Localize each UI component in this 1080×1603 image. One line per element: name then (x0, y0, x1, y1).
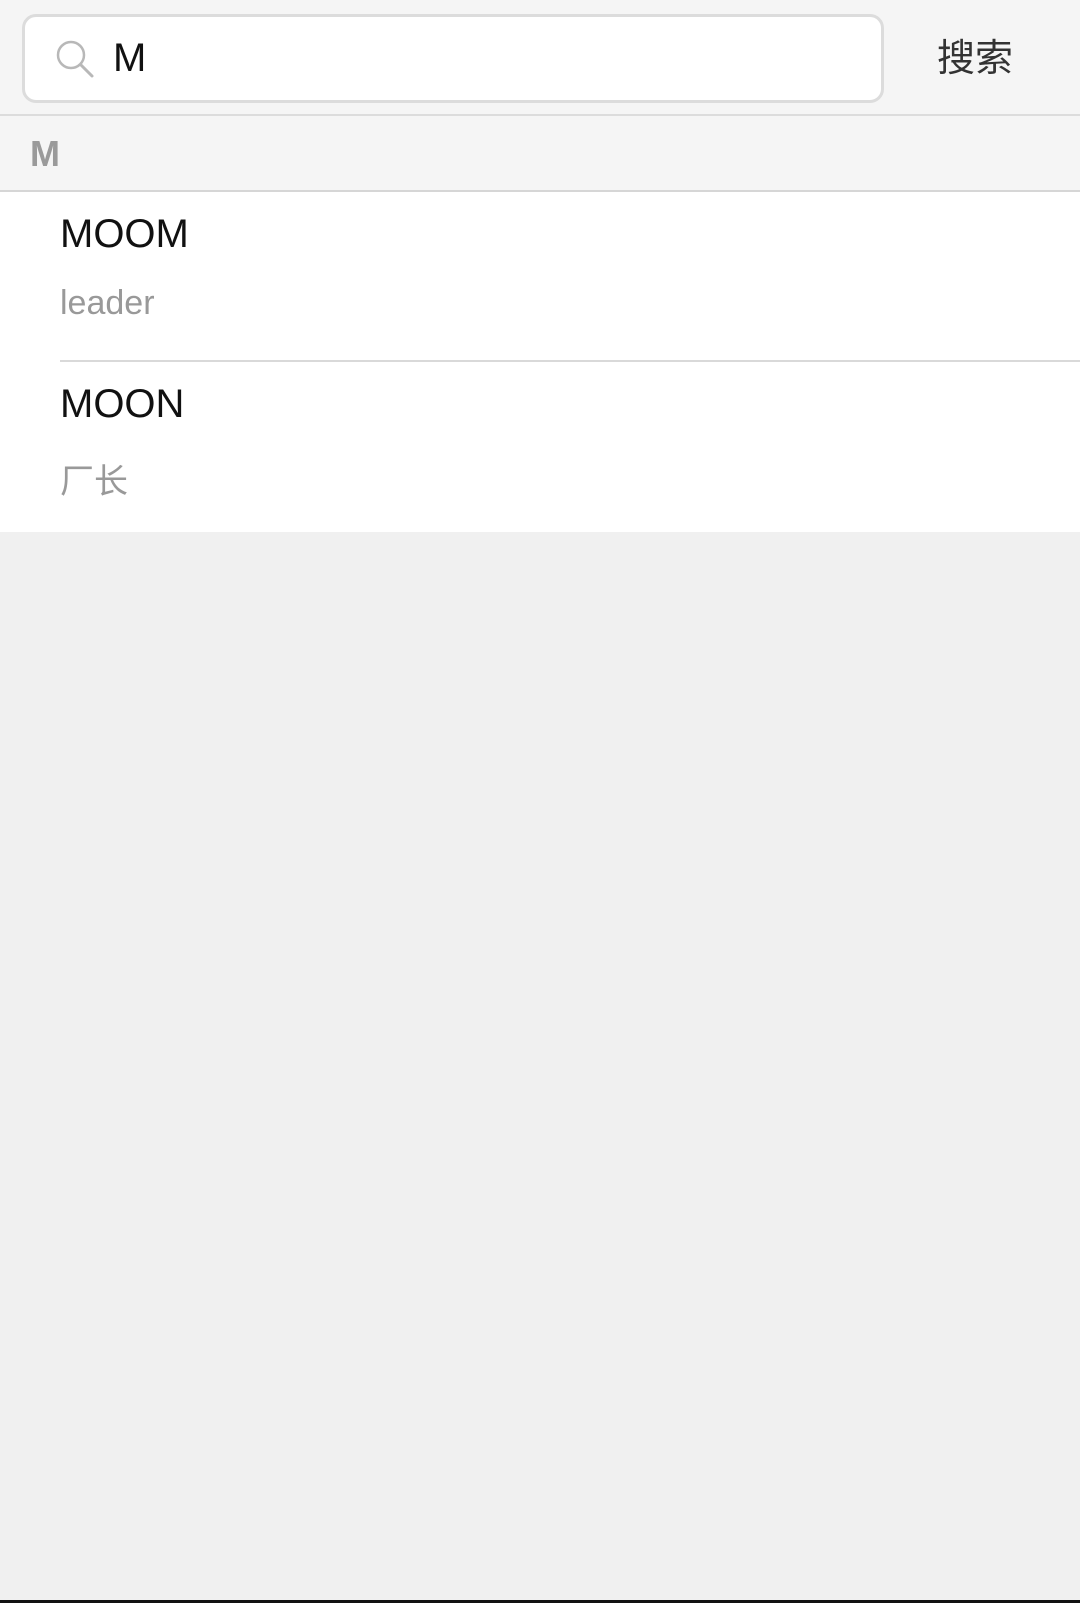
item-name: MOON (60, 382, 185, 426)
search-icon (55, 39, 95, 79)
section-header: M (0, 116, 1080, 192)
search-button[interactable]: 搜索 (900, 14, 1050, 103)
section-letter: M (30, 133, 60, 174)
item-name: MOOM (60, 212, 189, 256)
item-subtitle: 厂长 (60, 463, 128, 501)
search-bar: 搜索 (0, 0, 1080, 116)
list-item[interactable]: MOOM leader (0, 192, 1080, 362)
search-box[interactable] (22, 14, 884, 103)
results-list: MOOM leader MOON 厂长 (0, 192, 1080, 532)
search-input[interactable] (113, 25, 853, 91)
list-item[interactable]: MOON 厂长 (0, 362, 1080, 532)
item-subtitle: leader (60, 284, 155, 322)
